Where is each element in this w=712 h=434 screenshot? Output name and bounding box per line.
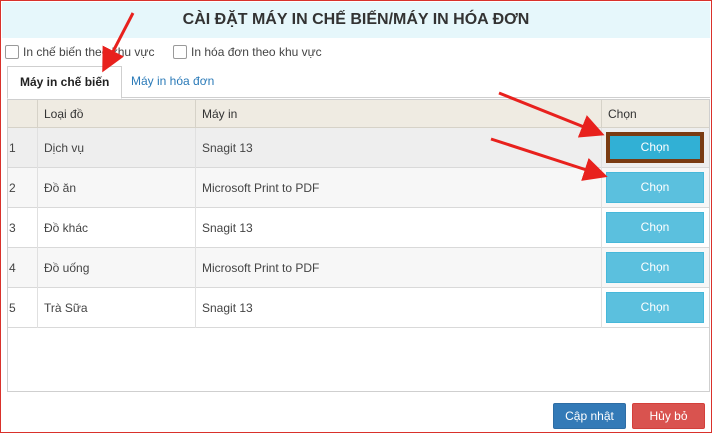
update-button[interactable]: Cập nhật [553, 403, 626, 429]
cancel-button[interactable]: Hủy bỏ [632, 403, 705, 429]
row-index: 3 [8, 208, 38, 248]
header-printer: Máy in [196, 100, 602, 128]
checkbox[interactable] [173, 45, 187, 59]
option-label: In hóa đơn theo khu vực [191, 45, 322, 59]
dialog-title: CÀI ĐẶT MÁY IN CHẾ BIẾN/MÁY IN HÓA ĐƠN [182, 11, 530, 28]
header-index [8, 100, 38, 128]
printer-grid: Loại đồ Máy in Chọn 1 Dịch vụ Snagit 13 … [7, 99, 710, 392]
checkbox[interactable] [5, 45, 19, 59]
row-category: Dịch vụ [38, 128, 196, 168]
row-category: Trà Sữa [38, 288, 196, 328]
row-index: 4 [8, 248, 38, 288]
table-row[interactable]: 4 Đồ uống Microsoft Print to PDF Chọn [8, 248, 709, 288]
row-printer: Snagit 13 [196, 288, 602, 328]
select-printer-button[interactable]: Chọn [606, 292, 704, 323]
row-printer: Microsoft Print to PDF [196, 168, 602, 208]
row-category: Đồ uống [38, 248, 196, 288]
option-kitchen-by-area[interactable]: In chế biến theo khu vực [5, 44, 154, 60]
select-printer-button[interactable]: Chọn [606, 212, 704, 243]
table-row[interactable]: 5 Trà Sữa Snagit 13 Chọn [8, 288, 709, 328]
row-index: 5 [8, 288, 38, 328]
table-row[interactable]: 3 Đồ khác Snagit 13 Chọn [8, 208, 709, 248]
row-category: Đồ khác [38, 208, 196, 248]
printer-settings-dialog: CÀI ĐẶT MÁY IN CHẾ BIẾN/MÁY IN HÓA ĐƠN I… [0, 0, 712, 433]
tab-kitchen-printer[interactable]: Máy in chế biến [7, 66, 123, 99]
select-printer-button[interactable]: Chọn [606, 132, 704, 163]
row-category: Đồ ăn [38, 168, 196, 208]
option-label: In chế biến theo khu vực [23, 45, 155, 59]
select-printer-button[interactable]: Chọn [606, 172, 704, 203]
select-printer-button[interactable]: Chọn [606, 252, 704, 283]
row-printer: Snagit 13 [196, 208, 602, 248]
grid-header: Loại đồ Máy in Chọn [8, 100, 709, 128]
header-select: Chọn [608, 107, 637, 121]
tab-bar: Máy in chế biến Máy in hóa đơn [7, 66, 710, 99]
row-printer: Microsoft Print to PDF [196, 248, 602, 288]
tab-invoice-printer[interactable]: Máy in hóa đơn [119, 66, 226, 98]
row-index: 2 [8, 168, 38, 208]
row-index: 1 [8, 128, 38, 168]
table-row[interactable]: 1 Dịch vụ Snagit 13 Chọn [8, 128, 709, 168]
title-bar: CÀI ĐẶT MÁY IN CHẾ BIẾN/MÁY IN HÓA ĐƠN [2, 2, 710, 38]
header-category: Loại đồ [38, 100, 196, 128]
table-row[interactable]: 2 Đồ ăn Microsoft Print to PDF Chọn [8, 168, 709, 208]
option-invoice-by-area[interactable]: In hóa đơn theo khu vực [173, 44, 322, 60]
row-printer: Snagit 13 [196, 128, 602, 168]
